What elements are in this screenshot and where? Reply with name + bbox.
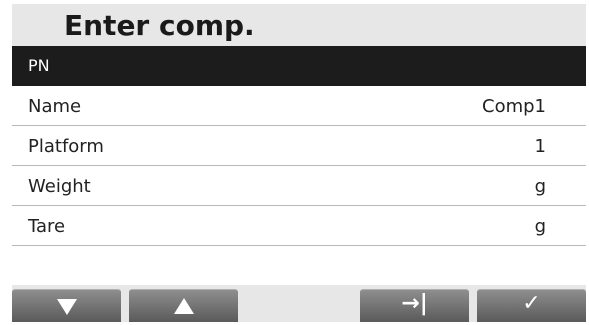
list-row-label: Tare <box>28 216 66 237</box>
up-arrow-icon <box>174 298 194 314</box>
list-row-value: 1 <box>534 136 546 157</box>
list-row-label: Name <box>28 96 82 117</box>
softkey-bar: →| ✓ <box>12 287 586 322</box>
tab-next-icon: →| <box>401 291 428 316</box>
list-row-value: Comp1 <box>482 96 546 117</box>
list-row-platform[interactable]: Platform 1 <box>12 126 586 166</box>
field-list: Name Comp1 Platform 1 Weight g Tare g <box>12 86 586 285</box>
checkmark-icon: ✓ <box>522 291 541 316</box>
scroll-up-button[interactable] <box>129 289 238 322</box>
page-title: Enter comp. <box>64 9 255 42</box>
list-row-label: Platform <box>28 136 104 157</box>
list-row-empty <box>12 246 586 285</box>
list-row-label: PN <box>28 56 50 75</box>
list-row-tare[interactable]: Tare g <box>12 206 586 246</box>
list-row-name[interactable]: Name Comp1 <box>12 86 586 126</box>
list-row-unit: g <box>534 216 546 237</box>
accept-button[interactable]: ✓ <box>477 289 586 322</box>
list-row-unit: g <box>534 176 546 197</box>
title-bar: Enter comp. <box>12 4 586 46</box>
list-row-label: Weight <box>28 176 91 197</box>
down-arrow-icon <box>57 299 77 315</box>
screen: Enter comp. PN Name Comp1 Platform 1 Wei… <box>12 4 586 322</box>
scroll-down-button[interactable] <box>12 289 121 322</box>
next-field-button[interactable]: →| <box>360 289 469 322</box>
list-row-weight[interactable]: Weight g <box>12 166 586 206</box>
list-row-pn[interactable]: PN <box>12 46 586 86</box>
